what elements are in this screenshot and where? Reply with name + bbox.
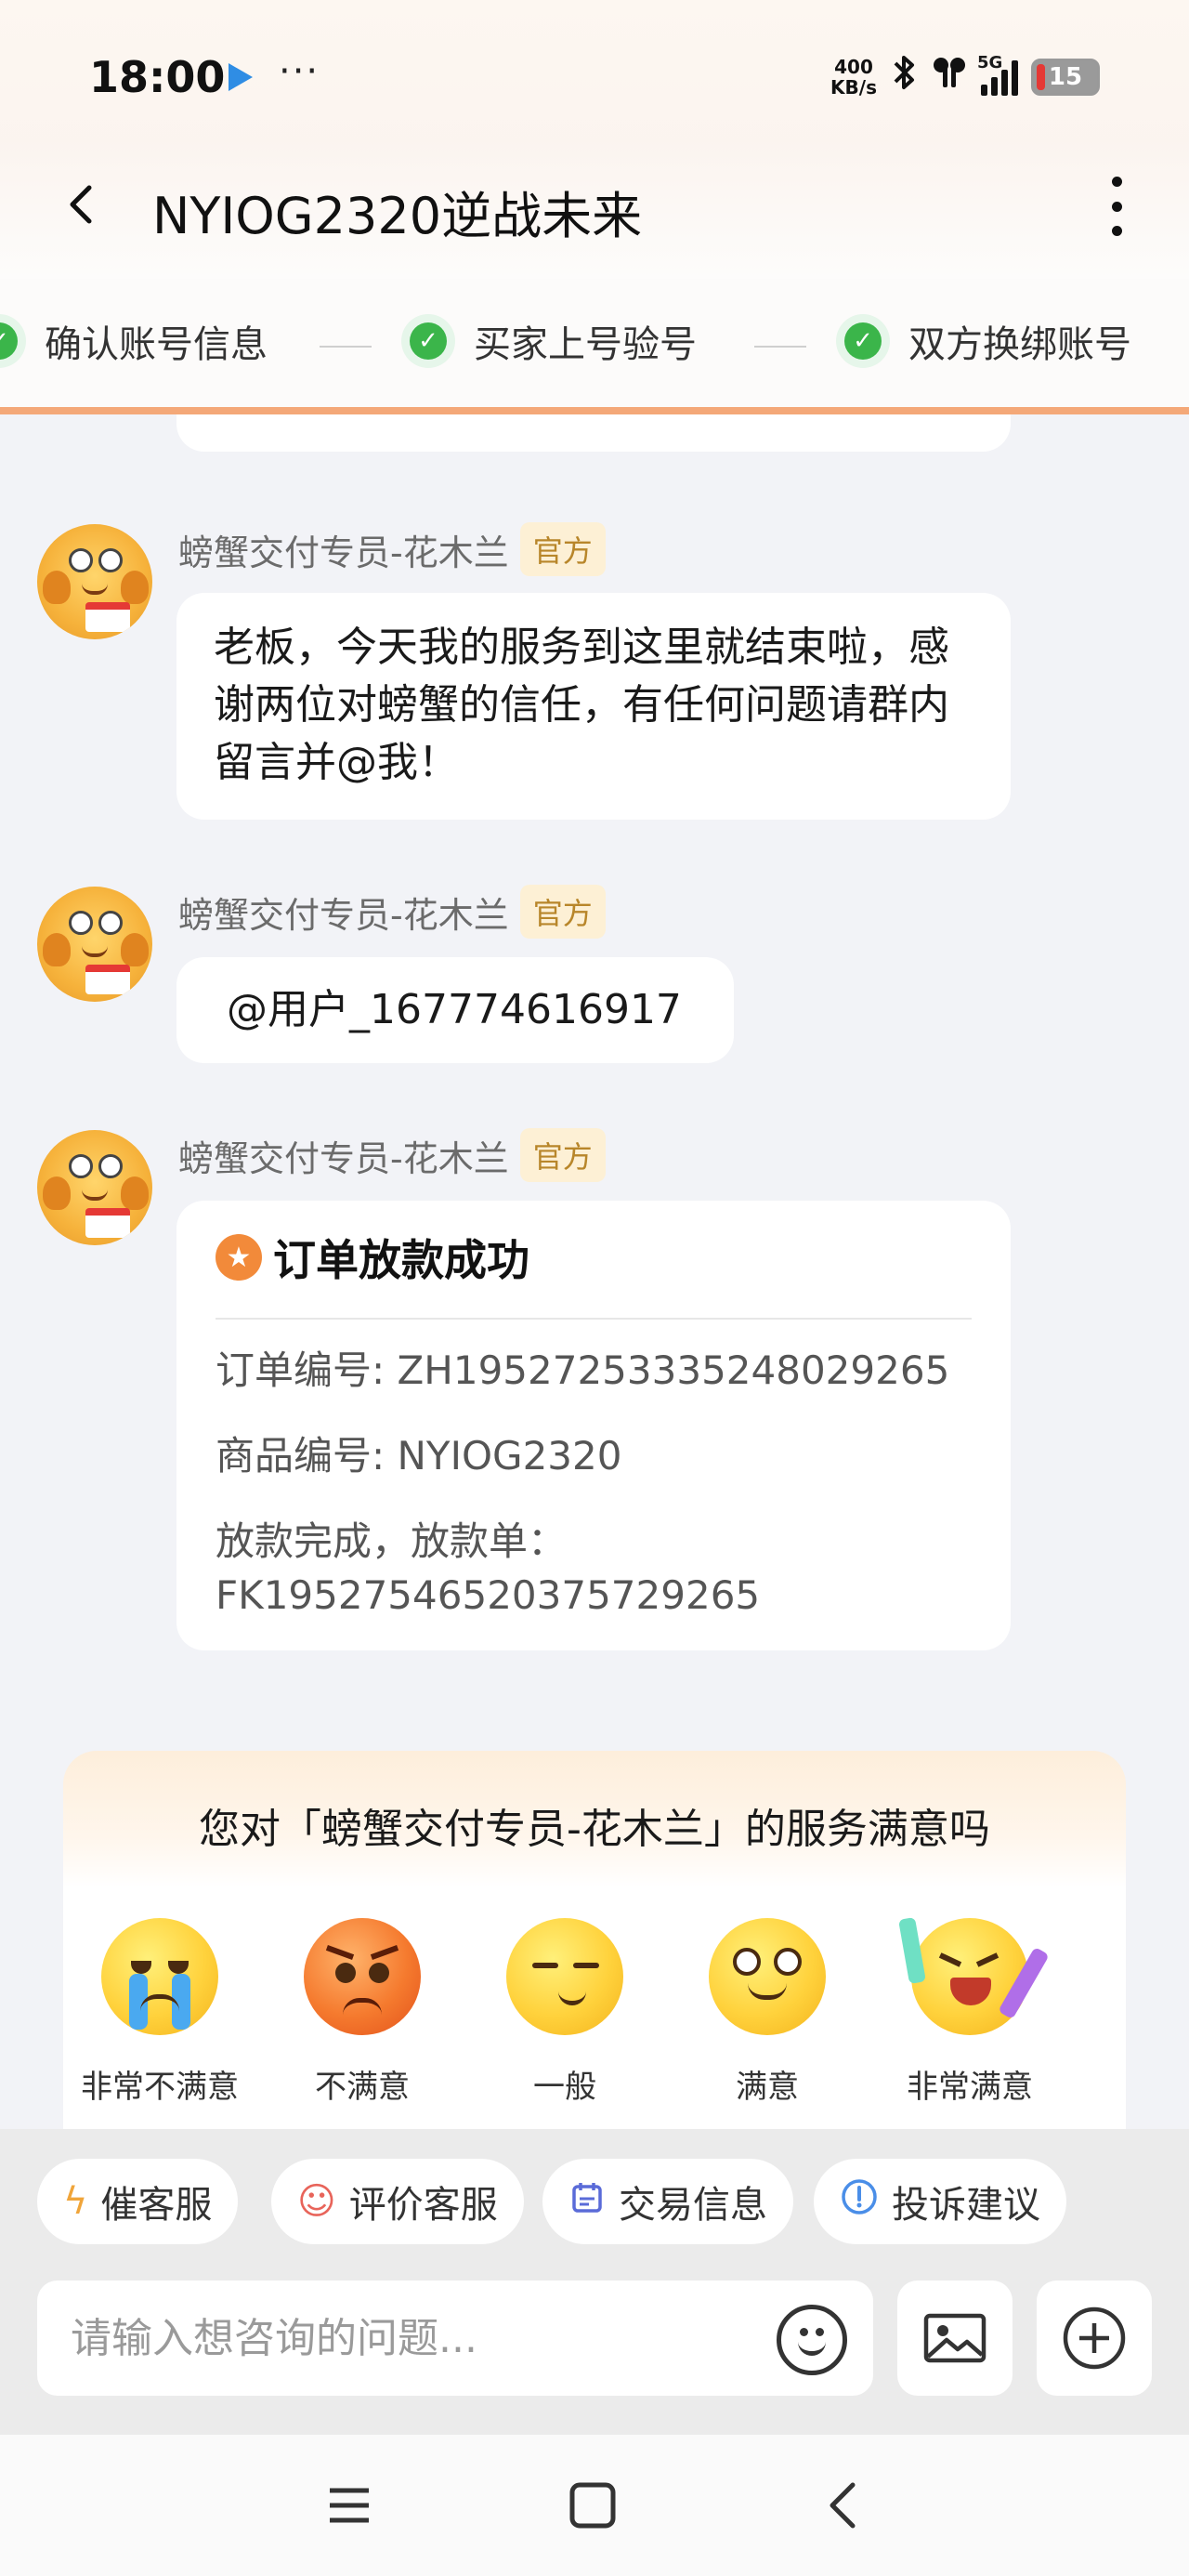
step-buyer-verify: ✓ 买家上号验号 [401,314,697,368]
check-icon: ✓ [401,314,455,368]
status-icons: 400 KB/s 5G 15 [830,53,1100,100]
payout-number: 放款完成，放款单：FK19527546520375729265 [216,1518,761,1618]
battery-icon: 15 [1031,59,1100,96]
neutral-face-icon [506,1918,623,2035]
official-badge: 官方 [519,1128,606,1182]
back-nav-button[interactable] [814,2477,869,2533]
chevron-left-icon [830,2482,856,2529]
dot-icon [1111,226,1122,236]
signal-icon: 5G [977,53,1018,96]
more-options-button[interactable] [1098,177,1135,236]
message-sender: 螃蟹交付专员-花木兰 官方 [178,522,606,576]
step-confirm-account: ✓ 确认账号信息 [0,314,268,368]
system-nav-bar [0,2435,1189,2576]
status-bar: 18:00 ··· 400 KB/s 5G 15 [0,0,1189,158]
dot-icon [1111,201,1122,212]
header: NYIOG2320逆战未来 [0,139,1189,279]
step-divider [320,346,372,348]
step-label: 买家上号验号 [474,323,697,366]
menu-icon [330,2488,369,2523]
smiling-face-icon [709,1918,826,2035]
rating-satisfied[interactable]: 满意 [674,1918,860,2107]
order-payout-card[interactable]: ★ 订单放款成功 订单编号: ZH19527253335248029265 商品… [176,1201,1011,1650]
progress-steps: ✓ 确认账号信息 ✓ 买家上号验号 ✓ 双方换绑账号 [0,279,1189,414]
product-number: 商品编号: NYIOG2320 [216,1433,622,1479]
trade-info-button[interactable]: 交易信息 [542,2159,793,2244]
earbuds-icon [931,54,968,100]
calendar-icon [568,2178,606,2225]
message-bubble: 老板，今天我的服务到这里就结束啦，感谢两位对螃蟹的信任，有任何问题请群内留言并@… [176,593,1011,820]
check-icon: ✓ [836,314,890,368]
plus-circle-icon [1063,2307,1126,2370]
service-rating-card: 您对「螃蟹交付专员-花木兰」的服务满意吗 非常不满意 不满意 一般 满意 非常满… [63,1751,1126,2129]
back-button[interactable] [54,177,110,232]
chevron-left-icon [70,185,92,224]
message-sender: 螃蟹交付专员-花木兰 官方 [178,885,606,939]
official-badge: 官方 [519,885,606,939]
official-badge: 官方 [519,522,606,576]
info-icon [840,2177,879,2226]
rating-question: 您对「螃蟹交付专员-花木兰」的服务满意吗 [199,1806,990,1853]
rating-very-dissatisfied[interactable]: 非常不满意 [67,1918,253,2107]
bluetooth-icon [890,54,918,100]
order-card-header: ★ 订单放款成功 [216,1227,972,1288]
complaint-button[interactable]: 投诉建议 [814,2159,1066,2244]
rating-dissatisfied[interactable]: 不满意 [269,1918,455,2107]
menu-nav-button[interactable] [321,2477,377,2533]
previous-message-bubble [176,414,1011,452]
urge-service-button[interactable]: ϟ 催客服 [37,2159,239,2244]
page-title: NYIOG2320逆战未来 [152,187,643,245]
step-label: 确认账号信息 [45,323,268,366]
rate-service-button[interactable]: ☺ 评价客服 [271,2159,524,2244]
rating-very-satisfied[interactable]: 非常满意 [877,1916,1063,2107]
angry-face-icon [304,1918,421,2035]
message-input[interactable] [37,2280,873,2396]
rating-neutral[interactable]: 一般 [472,1918,658,2107]
cheering-face-icon [898,1916,1050,2035]
lightning-icon: ϟ [63,2180,88,2223]
avatar[interactable] [37,524,152,639]
order-card-title: 订单放款成功 [273,1235,529,1285]
image-button[interactable] [897,2280,1013,2396]
step-rebind-account: ✓ 双方换绑账号 [836,314,1131,368]
step-label: 双方换绑账号 [908,323,1131,366]
order-number: 订单编号: ZH19527253335248029265 [216,1347,950,1393]
smiley-icon: ☺ [297,2180,336,2223]
emoji-button[interactable] [777,2305,847,2375]
crying-face-icon [101,1918,218,2035]
avatar[interactable] [37,1130,152,1245]
dot-icon [1111,177,1122,187]
square-icon [569,2482,616,2529]
net-speed: 400 KB/s [830,56,877,99]
star-icon: ★ [216,1234,262,1281]
avatar[interactable] [37,887,152,1002]
play-store-icon [229,63,253,91]
home-nav-button[interactable] [565,2477,621,2533]
input-bar [0,2258,1189,2435]
add-button[interactable] [1037,2280,1152,2396]
chat-area[interactable]: 螃蟹交付专员-花木兰 官方 老板，今天我的服务到这里就结束啦，感谢两位对螃蟹的信… [0,414,1189,2129]
status-time: 18:00 [89,52,226,102]
step-divider [754,346,806,348]
divider [216,1318,972,1320]
check-icon: ✓ [0,314,26,368]
message-sender: 螃蟹交付专员-花木兰 官方 [178,1128,606,1182]
mention-message-bubble: @用户_167774616917 [176,957,734,1063]
image-icon [923,2313,986,2363]
status-more-indicator: ··· [279,50,320,93]
